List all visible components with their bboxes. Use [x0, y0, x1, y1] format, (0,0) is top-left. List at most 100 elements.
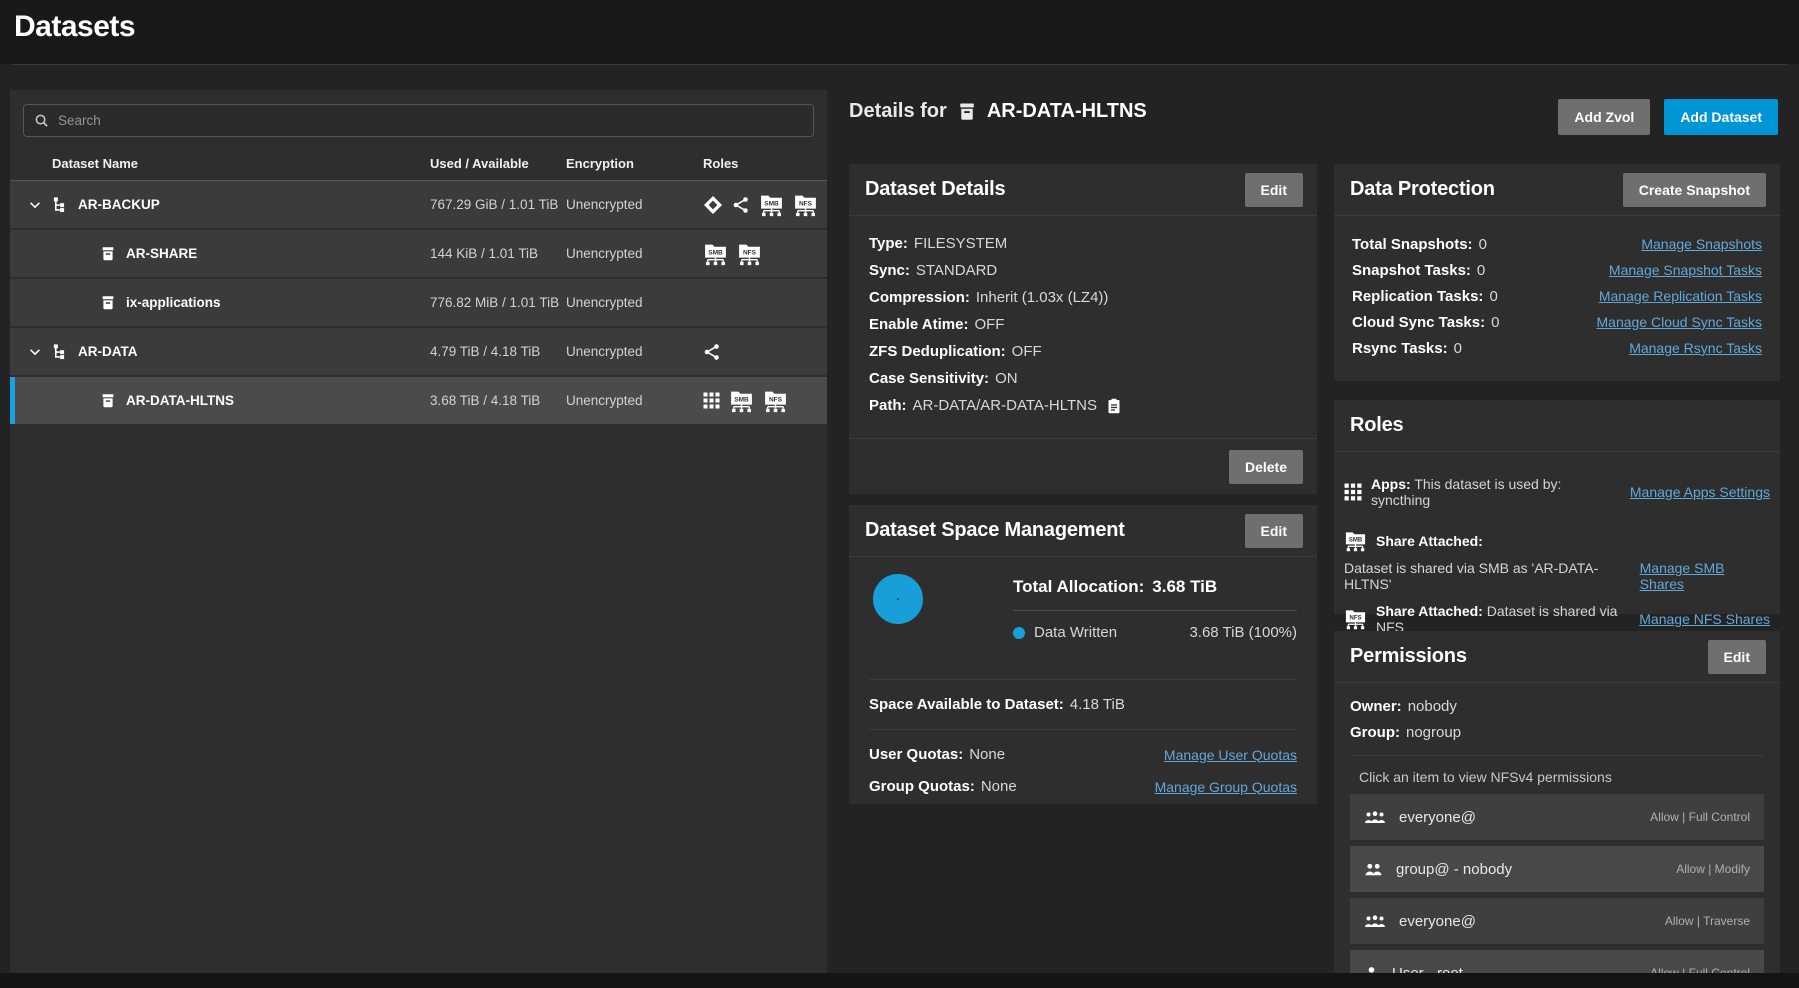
- table-row-ar-data-hltns[interactable]: AR-DATA-HLTNS 3.68 TiB / 4.18 TiB Unencr…: [10, 377, 827, 426]
- svg-text:NFS: NFS: [743, 249, 757, 256]
- smb-share-icon: SMB: [703, 241, 728, 267]
- dataset-icon: [100, 295, 116, 311]
- delete-dataset-button[interactable]: Delete: [1229, 450, 1303, 484]
- edit-space-button[interactable]: Edit: [1245, 514, 1303, 548]
- people-icon: [1364, 862, 1383, 877]
- table-row-ar-share[interactable]: AR-SHARE 144 KiB / 1.01 TiB Unencrypted …: [10, 230, 827, 279]
- person-icon: [1364, 966, 1379, 974]
- replication-tasks-row: Replication Tasks:0 Manage Replication T…: [1352, 283, 1762, 309]
- field-type: Type:FILESYSTEM: [869, 235, 1297, 253]
- used-available: 4.79 TiB / 4.18 TiB: [430, 344, 566, 359]
- add-dataset-button[interactable]: Add Dataset: [1664, 99, 1778, 135]
- smb-role-description: Dataset is shared via SMB as 'AR-DATA-HL…: [1344, 560, 1770, 592]
- nfs-share-icon: NFS: [763, 388, 788, 414]
- snapshot-tasks-row: Snapshot Tasks:0 Manage Snapshot Tasks: [1352, 257, 1762, 283]
- add-zvol-button[interactable]: Add Zvol: [1558, 99, 1650, 135]
- field-sync: Sync:STANDARD: [869, 262, 1297, 280]
- manage-nfs-shares-link[interactable]: Manage NFS Shares: [1639, 611, 1770, 627]
- space-management-card: Dataset Space Management Edit Total Allo…: [849, 505, 1317, 804]
- create-snapshot-button[interactable]: Create Snapshot: [1623, 173, 1766, 207]
- edit-dataset-details-button[interactable]: Edit: [1245, 173, 1303, 207]
- apps-icon: [1344, 483, 1362, 501]
- used-available: 144 KiB / 1.01 TiB: [430, 246, 566, 261]
- card-title: Dataset Details: [865, 178, 1005, 201]
- legend-dot: [1013, 627, 1025, 639]
- copy-path-icon[interactable]: [1107, 398, 1121, 414]
- dataset-tree-panel: Dataset Name Used / Available Encryption…: [10, 90, 827, 973]
- svg-text:SMB: SMB: [708, 249, 723, 256]
- manage-smb-shares-link[interactable]: Manage SMB Shares: [1640, 560, 1770, 592]
- title-divider: [12, 64, 1787, 65]
- svg-text:SMB: SMB: [764, 200, 779, 207]
- details-header: Details for AR-DATA-HLTNS: [849, 100, 1147, 123]
- chevron-down-icon[interactable]: [28, 198, 42, 212]
- rsync-tasks-row: Rsync Tasks:0 Manage Rsync Tasks: [1352, 335, 1762, 361]
- card-title: Dataset Space Management: [865, 519, 1125, 542]
- manage-rsync-tasks-link[interactable]: Manage Rsync Tasks: [1629, 340, 1762, 356]
- used-available: 767.29 GiB / 1.01 TiB: [430, 197, 566, 212]
- search-box[interactable]: [23, 104, 814, 137]
- dataset-icon: [100, 393, 116, 409]
- search-input[interactable]: [58, 113, 803, 128]
- acl-row-user-root[interactable]: User - root Allow | Full Control: [1350, 950, 1764, 973]
- table-row-ix-applications[interactable]: ix-applications 776.82 MiB / 1.01 TiB Un…: [10, 279, 827, 328]
- group-quotas-row: Group Quotas:None Manage Group Quotas: [849, 773, 1317, 800]
- total-allocation: Total Allocation:3.68 TiB: [1013, 577, 1297, 597]
- manage-replication-tasks-link[interactable]: Manage Replication Tasks: [1599, 288, 1762, 304]
- permissions-card: Permissions Edit Owner:nobody Group:nogr…: [1334, 631, 1780, 973]
- data-protection-card: Data Protection Create Snapshot Total Sn…: [1334, 164, 1780, 381]
- manage-user-quotas-link[interactable]: Manage User Quotas: [1164, 747, 1297, 763]
- table-row-ar-data[interactable]: AR-DATA 4.79 TiB / 4.18 TiB Unencrypted: [10, 328, 827, 377]
- smb-share-icon: SMB: [1344, 529, 1367, 553]
- encryption-state: Unencrypted: [566, 295, 703, 310]
- svg-text:NFS: NFS: [1349, 616, 1361, 622]
- apps-icon: [703, 392, 720, 409]
- encryption-state: Unencrypted: [566, 393, 703, 408]
- dataset-name: AR-DATA-HLTNS: [126, 393, 234, 408]
- dataset-icon: [100, 246, 116, 262]
- acl-row-group-nobody[interactable]: group@ - nobody Allow | Modify: [1350, 846, 1764, 892]
- field-compression: Compression:Inherit (1.03x (LZ4)): [869, 289, 1297, 307]
- manage-cloud-sync-tasks-link[interactable]: Manage Cloud Sync Tasks: [1597, 314, 1763, 330]
- edit-permissions-button[interactable]: Edit: [1708, 640, 1766, 674]
- used-available: 3.68 TiB / 4.18 TiB: [430, 393, 566, 408]
- card-title: Data Protection: [1350, 178, 1495, 201]
- share-icon: [732, 196, 750, 214]
- column-header-name: Dataset Name: [10, 156, 430, 171]
- share-icon: [703, 343, 721, 361]
- user-quotas-row: User Quotas:None Manage User Quotas: [849, 741, 1317, 768]
- nfs-share-icon: NFS: [737, 241, 762, 267]
- acl-row-everyone-traverse[interactable]: everyone@ Allow | Traverse: [1350, 898, 1764, 944]
- page-title: Datasets: [14, 10, 135, 44]
- table-header: Dataset Name Used / Available Encryption…: [10, 147, 827, 181]
- field-case: Case Sensitivity:ON: [869, 370, 1297, 388]
- manage-snapshots-link[interactable]: Manage Snapshots: [1641, 236, 1762, 252]
- field-dedup: ZFS Deduplication:OFF: [869, 343, 1297, 361]
- dataset-icon: [957, 102, 977, 122]
- manage-apps-settings-link[interactable]: Manage Apps Settings: [1630, 484, 1770, 500]
- cloud-sync-tasks-row: Cloud Sync Tasks:0 Manage Cloud Sync Tas…: [1352, 309, 1762, 335]
- svg-text:NFS: NFS: [799, 200, 813, 207]
- details-for-label: Details for: [849, 100, 947, 123]
- people-group-icon: [1364, 914, 1386, 929]
- apps-role-row: Apps: This dataset is used by: syncthing…: [1344, 476, 1770, 508]
- column-header-roles: Roles: [703, 156, 827, 171]
- dataset-name: AR-DATA: [78, 344, 137, 359]
- svg-text:SMB: SMB: [1349, 538, 1363, 544]
- card-title: Permissions: [1350, 645, 1467, 668]
- nfs-share-icon: NFS: [1344, 607, 1367, 631]
- owner-line: Owner:nobody: [1350, 698, 1764, 716]
- used-available: 776.82 MiB / 1.01 TiB: [430, 295, 566, 310]
- legend-data-written: Data Written 3.68 TiB (100%): [1013, 624, 1297, 641]
- encryption-state: Unencrypted: [566, 344, 703, 359]
- acl-row-everyone-full[interactable]: everyone@ Allow | Full Control: [1350, 794, 1764, 840]
- roles-card: Roles Apps: This dataset is used by: syn…: [1334, 400, 1780, 614]
- dataset-name: ix-applications: [126, 295, 221, 310]
- table-row-ar-backup[interactable]: AR-BACKUP 767.29 GiB / 1.01 TiB Unencryp…: [10, 181, 827, 230]
- chevron-down-icon[interactable]: [28, 345, 42, 359]
- dataset-name: AR-BACKUP: [78, 197, 160, 212]
- acl-hint: Click an item to view NFSv4 permissions: [1359, 769, 1764, 785]
- manage-snapshot-tasks-link[interactable]: Manage Snapshot Tasks: [1609, 262, 1762, 278]
- manage-group-quotas-link[interactable]: Manage Group Quotas: [1155, 779, 1297, 795]
- encryption-state: Unencrypted: [566, 246, 703, 261]
